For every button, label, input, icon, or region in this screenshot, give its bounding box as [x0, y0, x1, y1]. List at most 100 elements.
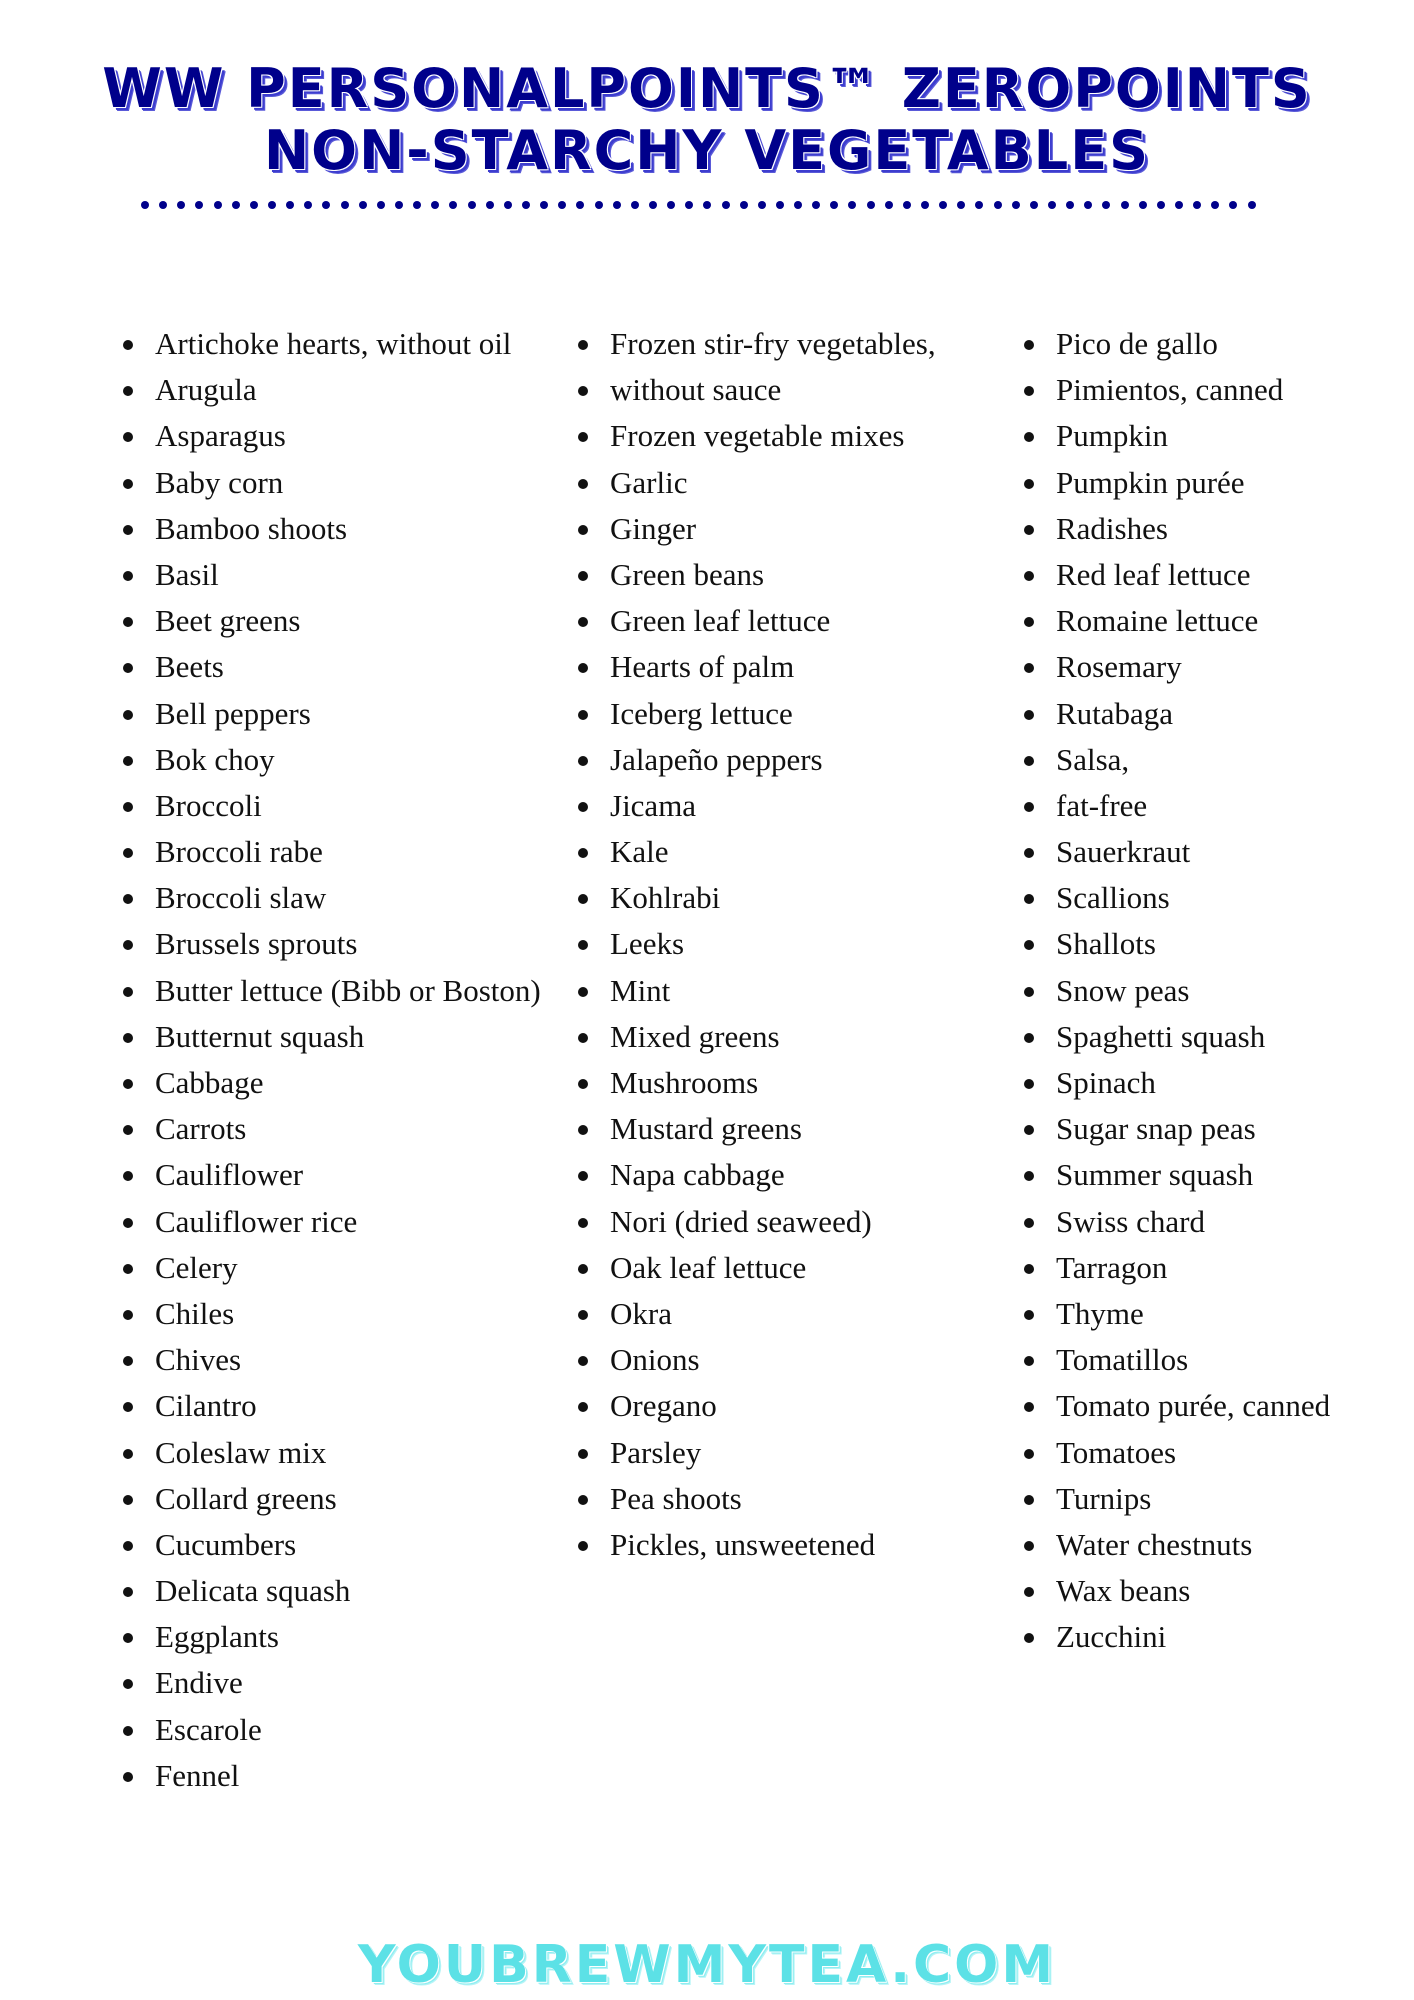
divider-dot	[576, 201, 585, 209]
list-item-label: Pea shoots	[610, 1480, 742, 1516]
list-item: Pumpkin purée	[1021, 460, 1330, 506]
list-item: Romaine lettuce	[1021, 598, 1330, 644]
list-item-label: Green leaf lettuce	[610, 603, 831, 639]
divider-dot	[794, 201, 803, 209]
list-item: Cucumbers	[120, 1522, 541, 1568]
list-item-label: Frozen vegetable mixes	[610, 418, 905, 454]
list-item-label: Tarragon	[1056, 1249, 1168, 1285]
list-item-label: Romaine lettuce	[1056, 603, 1259, 639]
list-item: fat-free	[1021, 783, 1330, 829]
bullet-icon	[1024, 1263, 1034, 1274]
divider-dot	[340, 201, 349, 209]
list-item-label: Wax beans	[1056, 1573, 1191, 1609]
list-item-label: Endive	[155, 1665, 243, 1701]
bullet-icon	[578, 1171, 588, 1182]
list-item: Thyme	[1021, 1291, 1330, 1337]
title-line-1: WW PERSONALPOINTS™ ZEROPOINTS	[102, 57, 1312, 120]
divider-dot	[685, 201, 694, 209]
list-item-label: Sugar snap peas	[1056, 1111, 1256, 1147]
list-item-label: Jicama	[610, 787, 697, 823]
list-item-label: Oak leaf lettuce	[610, 1249, 807, 1285]
divider-dot	[1120, 201, 1129, 209]
bullet-icon	[1024, 1494, 1034, 1505]
list-item: Pumpkin	[1021, 413, 1330, 459]
list-item-label: Baby corn	[155, 464, 284, 500]
divider-dot	[703, 201, 712, 209]
bullet-icon	[1024, 340, 1034, 350]
divider-dot	[1193, 201, 1202, 209]
list-item: Tomatoes	[1021, 1430, 1330, 1476]
divider-dot	[757, 201, 766, 209]
list-item-label: Mixed greens	[610, 1018, 780, 1054]
list-item-label: fat-free	[1056, 787, 1148, 823]
list-item-label: Coleslaw mix	[155, 1434, 327, 1470]
list-item-label: Thyme	[1056, 1295, 1144, 1331]
list-item: Spinach	[1021, 1060, 1330, 1106]
list-item-label: Escarole	[155, 1711, 262, 1747]
divider-dot	[1011, 201, 1020, 209]
list-item-label: Pumpkin	[1056, 418, 1168, 454]
list-item-label: Oregano	[610, 1388, 717, 1424]
list-item: Ginger	[575, 506, 936, 552]
list-item: Water chestnuts	[1021, 1522, 1330, 1568]
bullet-icon	[578, 1540, 588, 1551]
divider-dot	[594, 201, 603, 209]
list-item: without sauce	[575, 367, 936, 413]
bullet-icon	[578, 940, 588, 951]
list-item-label: Red leaf lettuce	[1056, 556, 1251, 592]
list-item-label: Kohlrabi	[610, 880, 721, 916]
divider-dot	[249, 201, 258, 209]
bullet-icon	[578, 894, 588, 905]
divider-dot	[1138, 201, 1147, 209]
divider-dot	[540, 201, 549, 209]
bullet-icon	[123, 1217, 133, 1228]
bullet-icon	[1024, 801, 1034, 812]
list-item-label: Chives	[155, 1342, 242, 1378]
bullet-icon	[123, 801, 133, 812]
list-item-label: Okra	[610, 1295, 672, 1331]
bullet-icon	[1024, 570, 1034, 581]
list-item-label: Cucumbers	[155, 1526, 297, 1562]
list-item: Tarragon	[1021, 1245, 1330, 1291]
list-item: Rutabaga	[1021, 691, 1330, 737]
list-item: Bamboo shoots	[120, 506, 541, 552]
divider-dot	[1066, 201, 1075, 209]
list-item-label: Broccoli slaw	[155, 880, 327, 916]
bullet-icon	[578, 570, 588, 581]
list-item: Tomato purée, canned	[1021, 1383, 1330, 1429]
list-item: Broccoli	[120, 783, 541, 829]
list-item: Frozen vegetable mixes	[575, 413, 936, 459]
bullet-icon	[1024, 1587, 1034, 1598]
list-item: Broccoli rabe	[120, 829, 541, 875]
divider-dot	[322, 201, 331, 209]
bullet-icon	[1024, 524, 1034, 535]
divider-dot	[848, 201, 857, 209]
bullet-icon	[123, 1725, 133, 1736]
list-item-label: Onions	[610, 1342, 700, 1378]
list-item-label: Nori (dried seaweed)	[610, 1203, 872, 1239]
list-item-label: Summer squash	[1056, 1157, 1254, 1193]
divider-dot	[376, 201, 385, 209]
bullet-icon	[123, 478, 133, 489]
bullet-icon	[578, 848, 588, 859]
bullet-icon	[1024, 1079, 1034, 1089]
divider-dot	[195, 201, 204, 209]
bullet-icon	[1024, 1032, 1034, 1043]
bullet-icon	[1024, 1540, 1034, 1551]
divider-dot	[939, 201, 948, 209]
bullet-icon	[123, 1309, 133, 1320]
bullet-icon	[123, 1540, 133, 1551]
list-item-label: Radishes	[1056, 510, 1168, 546]
list-item: Beet greens	[120, 598, 541, 644]
title-line-2: NON-STARCHY VEGETABLES	[263, 119, 1150, 182]
divider-dot	[1156, 201, 1165, 209]
bullet-icon	[123, 1771, 133, 1782]
list-item-label: Broccoli rabe	[155, 834, 323, 870]
list-item-label: Garlic	[610, 464, 688, 500]
list-item: Frozen stir-fry vegetables,	[575, 321, 936, 367]
bullet-icon	[578, 1217, 588, 1228]
bullet-icon	[1024, 1125, 1034, 1136]
bullet-icon	[578, 432, 588, 443]
bullet-icon	[123, 524, 133, 535]
list-item: Mushrooms	[575, 1060, 936, 1106]
